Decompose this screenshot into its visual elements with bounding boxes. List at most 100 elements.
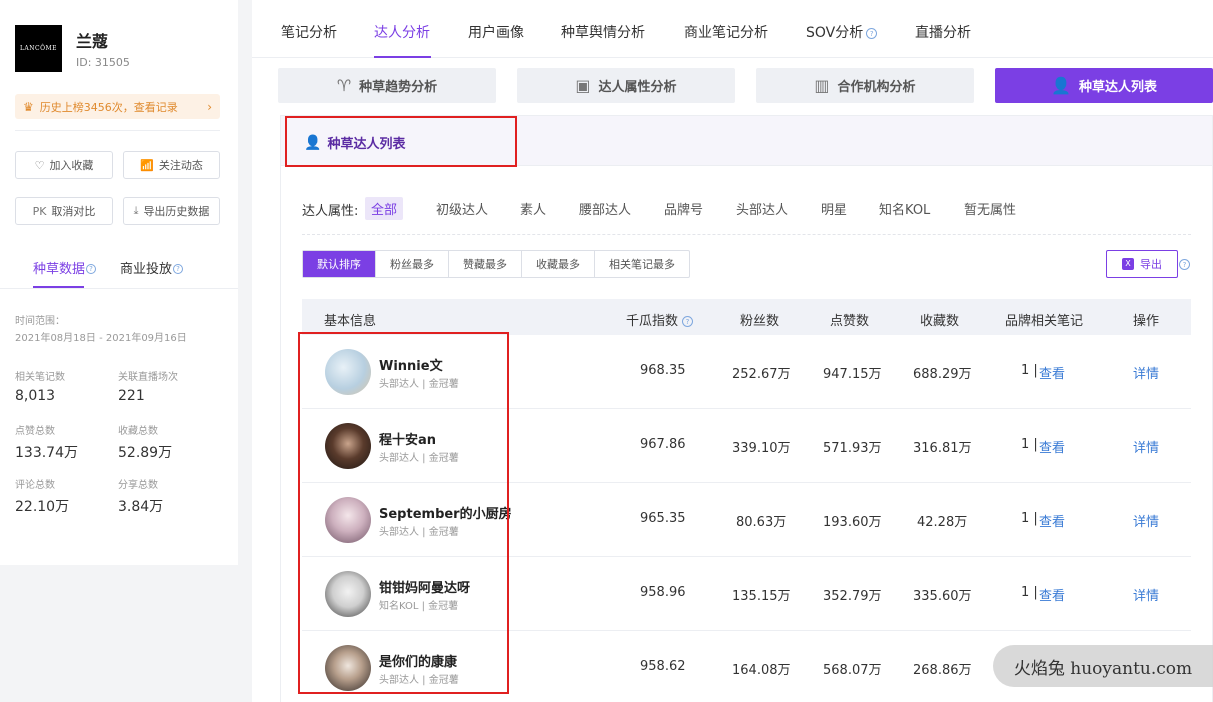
building-icon: ▥: [814, 76, 830, 95]
th-qiangua-index[interactable]: 千瓜指数?: [626, 310, 694, 329]
sort-default[interactable]: 默认排序: [303, 251, 375, 277]
qiangua-index: 968.35: [640, 363, 686, 378]
stat-total-shares: 分享总数 3.84万: [118, 480, 164, 515]
table-header: 基本信息 千瓜指数? 粉丝数 点赞数 收藏数 品牌相关笔记 操作: [302, 299, 1191, 335]
stat-related-notes: 相关笔记数 8,013: [15, 372, 65, 404]
qiangua-index: 967.86: [640, 437, 686, 452]
fans-count: 135.15万: [732, 589, 791, 604]
qiangua-index: 965.35: [640, 511, 686, 526]
view-notes-link[interactable]: 查看: [1039, 585, 1065, 604]
filter-mid-tier[interactable]: 腰部达人: [573, 197, 637, 220]
filter-no-attribute[interactable]: 暂无属性: [958, 197, 1022, 220]
top-navigation: 笔记分析 达人分析 用户画像 种草舆情分析 商业笔记分析 SOV分析? 直播分析: [252, 0, 1213, 58]
cancel-compare-button[interactable]: PK 取消对比: [15, 197, 113, 225]
subtab-influencer-list[interactable]: 👤 种草达人列表: [995, 68, 1213, 103]
stat-total-likes: 点赞总数 133.74万: [15, 426, 78, 461]
brand-id: ID: 31505: [76, 56, 130, 69]
export-button[interactable]: X 导出: [1106, 250, 1178, 278]
collects-count: 335.60万: [913, 589, 972, 604]
view-notes-link[interactable]: 查看: [1039, 437, 1065, 456]
filter-known-kol[interactable]: 知名KOL: [873, 197, 936, 220]
export-history-label: 导出历史数据: [143, 205, 210, 218]
fans-count: 252.67万: [732, 367, 791, 382]
filter-all[interactable]: 全部: [365, 197, 404, 220]
qiangua-index: 958.96: [640, 585, 686, 600]
th-basic-info: 基本信息: [324, 314, 377, 329]
stat-total-comments: 评论总数 22.10万: [15, 480, 70, 515]
likes-count: 571.93万: [823, 441, 882, 456]
details-link[interactable]: 详情: [1133, 437, 1159, 456]
help-icon[interactable]: ?: [1179, 259, 1190, 270]
filter-junior[interactable]: 初级达人: [430, 197, 494, 220]
nav-note-analysis[interactable]: 笔记分析: [281, 22, 337, 42]
brand-notes-count: 1 |: [1021, 585, 1038, 600]
tab-seeding-data[interactable]: 种草数据?: [33, 258, 97, 277]
add-favorite-button[interactable]: ♡ 加入收藏: [15, 151, 113, 179]
help-icon: ?: [86, 264, 97, 274]
subtab-seeding-trend[interactable]: ♈ 种草趋势分析: [278, 68, 496, 103]
brand-sidebar: LANCÔME 兰蔻 ID: 31505 ♛ 历史上榜3456次，查看记录 › …: [0, 0, 238, 565]
crown-icon: ♛: [23, 99, 34, 114]
pk-icon: PK: [32, 204, 47, 218]
sidebar-tabs: 种草数据? 商业投放?: [0, 252, 238, 289]
sort-most-likes-collects[interactable]: 赞藏最多: [448, 251, 521, 277]
filter-brand-account[interactable]: 品牌号: [658, 197, 709, 220]
brand-logo: LANCÔME: [15, 25, 62, 72]
nav-commercial-note-analysis[interactable]: 商业笔记分析: [684, 22, 768, 42]
heart-icon: ♡: [34, 158, 45, 172]
qiangua-index: 958.62: [640, 659, 686, 674]
export-history-button[interactable]: ⤓ 导出历史数据: [123, 197, 220, 225]
follow-updates-label: 关注动态: [158, 159, 203, 172]
nav-sentiment-analysis[interactable]: 种草舆情分析: [561, 22, 645, 42]
follow-updates-button[interactable]: 📶 关注动态: [123, 151, 220, 179]
filter-top-tier[interactable]: 头部达人: [730, 197, 794, 220]
nav-influencer-analysis[interactable]: 达人分析: [374, 22, 430, 42]
divider: [15, 130, 220, 131]
collects-count: 316.81万: [913, 441, 972, 456]
sort-most-fans[interactable]: 粉丝最多: [375, 251, 448, 277]
likes-count: 352.79万: [823, 589, 882, 604]
download-icon: ⤓: [133, 204, 139, 217]
sprout-icon: ♈: [336, 76, 352, 95]
likes-count: 568.07万: [823, 663, 882, 678]
nav-user-profile[interactable]: 用户画像: [468, 22, 524, 42]
view-notes-link[interactable]: 查看: [1039, 363, 1065, 382]
attribute-filter-label: 达人属性:: [302, 204, 359, 219]
subtab-influencer-attributes[interactable]: ▣ 达人属性分析: [517, 68, 735, 103]
details-link[interactable]: 详情: [1133, 363, 1159, 382]
highlight-box-title: [285, 116, 517, 167]
stat-total-collects: 收藏总数 52.89万: [118, 426, 173, 461]
fans-count: 164.08万: [732, 663, 791, 678]
time-range: 2021年08月18日 - 2021年09月16日: [15, 333, 187, 344]
help-icon: ?: [866, 28, 878, 39]
brand-name: 兰蔻: [76, 32, 109, 51]
brand-notes-count: 1 |: [1021, 363, 1038, 378]
history-banner-text: 历史上榜3456次，查看记录: [39, 100, 178, 114]
time-range-label: 时间范围：: [15, 316, 65, 327]
chevron-right-icon: ›: [207, 99, 212, 114]
sort-most-collects[interactable]: 收藏最多: [521, 251, 594, 277]
th-fans: 粉丝数: [740, 314, 780, 329]
help-icon: ?: [682, 316, 694, 327]
nav-live-analysis[interactable]: 直播分析: [915, 22, 971, 42]
view-notes-link[interactable]: 查看: [1039, 511, 1065, 530]
th-brand-notes: 品牌相关笔记: [1005, 314, 1084, 329]
filter-amateur[interactable]: 素人: [514, 197, 552, 220]
watermark: 火焰兔 huoyantu.com: [993, 645, 1213, 687]
brand-notes-count: 1 |: [1021, 437, 1038, 452]
tab-commercial-ads[interactable]: 商业投放?: [120, 258, 184, 277]
nav-sov-analysis[interactable]: SOV分析?: [806, 22, 878, 42]
details-link[interactable]: 详情: [1133, 585, 1159, 604]
th-likes: 点赞数: [830, 314, 870, 329]
stat-live-sessions: 关联直播场次 221: [118, 372, 178, 404]
history-record-banner[interactable]: ♛ 历史上榜3456次，查看记录 ›: [15, 94, 220, 119]
highlight-box-influencers: [298, 332, 509, 694]
subtab-agency-analysis[interactable]: ▥ 合作机构分析: [756, 68, 974, 103]
filter-celebrity[interactable]: 明星: [815, 197, 853, 220]
add-favorite-label: 加入收藏: [49, 159, 94, 172]
details-link[interactable]: 详情: [1133, 511, 1159, 530]
sort-most-notes[interactable]: 相关笔记最多: [594, 251, 689, 277]
likes-count: 193.60万: [823, 515, 882, 530]
likes-count: 947.15万: [823, 367, 882, 382]
fans-count: 339.10万: [732, 441, 791, 456]
